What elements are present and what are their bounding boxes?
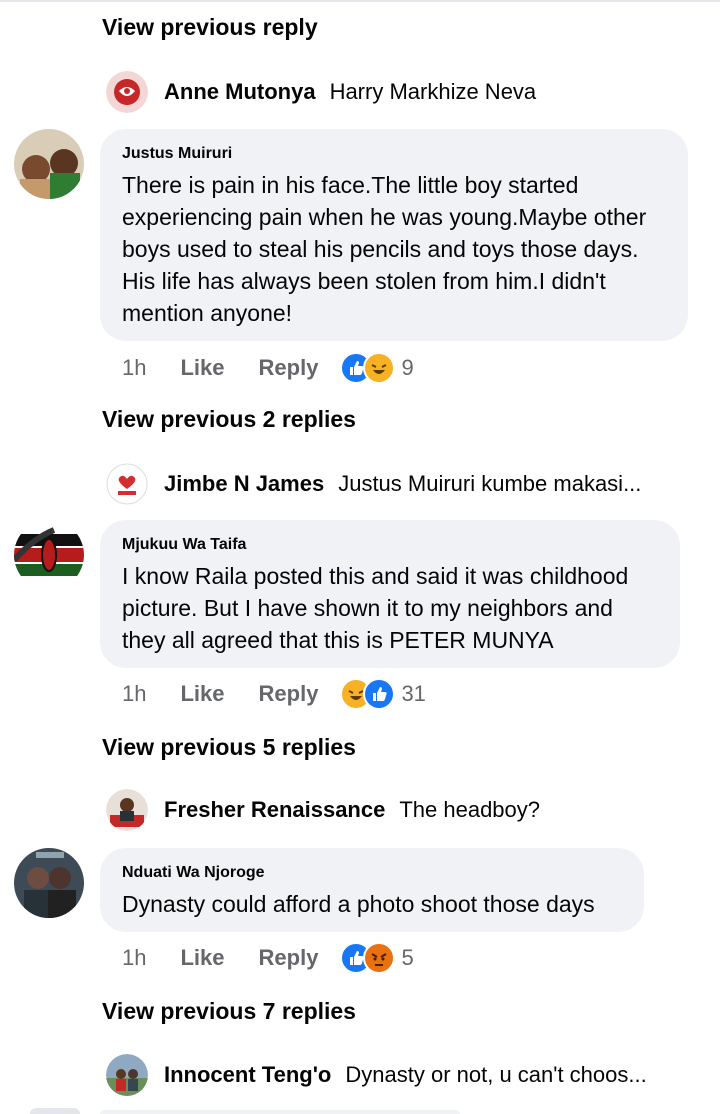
view-previous-replies-link[interactable]: View previous reply (102, 14, 318, 41)
reply-author-name[interactable]: Fresher Renaissance (164, 797, 385, 823)
comment-bubble: Justus Muiruri There is pain in his face… (100, 129, 688, 341)
avatar[interactable] (30, 1108, 80, 1114)
reaction-count: 9 (401, 355, 414, 380)
reaction-summary[interactable]: 9 (340, 352, 414, 384)
reaction-count: 5 (401, 945, 414, 970)
comment-text: I know Raila posted this and said it was… (122, 563, 629, 653)
like-icon (363, 678, 396, 710)
comment-bubble: Mjukuu Wa Taifa I know Raila posted this… (100, 520, 680, 668)
reply-preview-text: The headboy? (399, 797, 541, 822)
reply-preview-row[interactable]: Jimbe N James Justus Muiruri kumbe makas… (106, 462, 641, 506)
reply-preview-row[interactable]: Innocent Teng'o Dynasty or not, u can't … (106, 1053, 647, 1097)
avatar[interactable] (14, 520, 84, 590)
comment-actions: 1h Like Reply 31 (122, 676, 426, 712)
avatar[interactable] (106, 463, 148, 505)
comment-author-name[interactable]: Justus Muiruri (122, 145, 666, 163)
reply-preview-text: Justus Muiruri kumbe makasi... (338, 471, 642, 496)
reply-author-name[interactable]: Innocent Teng'o (164, 1062, 331, 1088)
reply-button[interactable]: Reply (259, 945, 319, 971)
reply-author-name[interactable]: Anne Mutonya (164, 79, 316, 105)
top-divider (0, 0, 720, 2)
reply-author-name[interactable]: Jimbe N James (164, 471, 324, 497)
like-button[interactable]: Like (180, 355, 224, 381)
angry-icon (363, 942, 396, 974)
avatar[interactable] (106, 71, 148, 113)
comment-actions: 1h Like Reply 5 (122, 940, 414, 976)
reaction-summary[interactable]: 31 (340, 678, 426, 710)
haha-icon (363, 352, 396, 384)
avatar[interactable] (14, 129, 84, 199)
reply-preview-row[interactable]: Fresher Renaissance The headboy? (106, 788, 540, 832)
avatar[interactable] (106, 789, 148, 831)
reaction-summary[interactable]: 5 (340, 942, 414, 974)
comment-text: There is pain in his face.The little boy… (122, 172, 647, 326)
view-previous-replies-link[interactable]: View previous 7 replies (102, 998, 356, 1025)
reaction-count: 31 (401, 681, 426, 706)
reply-preview-text: Dynasty or not, u can't choos... (345, 1062, 647, 1087)
comment-text: Dynasty could afford a photo shoot those… (122, 891, 595, 917)
comment-actions: 1h Like Reply 9 (122, 350, 414, 386)
view-previous-replies-link[interactable]: View previous 5 replies (102, 734, 356, 761)
comment-author-name[interactable]: Nduati Wa Njoroge (122, 864, 622, 882)
reply-preview-text: Harry Markhize Neva (329, 79, 537, 104)
like-button[interactable]: Like (180, 945, 224, 971)
comment-bubble: Nduati Wa Njoroge Dynasty could afford a… (100, 848, 644, 932)
reply-preview-row[interactable]: Anne Mutonya Harry Markhize Neva (106, 70, 536, 114)
comment-timestamp[interactable]: 1h (122, 681, 146, 707)
view-previous-replies-link[interactable]: View previous 2 replies (102, 406, 356, 433)
avatar[interactable] (14, 848, 84, 918)
reply-button[interactable]: Reply (259, 681, 319, 707)
comment-timestamp[interactable]: 1h (122, 355, 146, 381)
comment-timestamp[interactable]: 1h (122, 945, 146, 971)
reply-button[interactable]: Reply (259, 355, 319, 381)
avatar[interactable] (106, 1054, 148, 1096)
comment-bubble (100, 1110, 460, 1114)
like-button[interactable]: Like (180, 681, 224, 707)
comment-author-name[interactable]: Mjukuu Wa Taifa (122, 536, 658, 554)
